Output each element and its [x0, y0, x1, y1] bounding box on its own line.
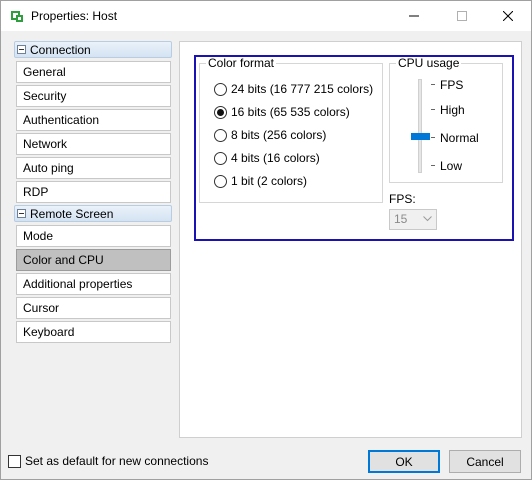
- collapse-icon[interactable]: [17, 209, 26, 218]
- maximize-button[interactable]: [439, 1, 485, 31]
- title-bar: Properties: Host: [1, 1, 531, 31]
- nav-item-mode[interactable]: Mode: [16, 225, 171, 247]
- default-checkbox[interactable]: [8, 454, 21, 468]
- nav-item-rdp[interactable]: RDP: [16, 181, 171, 203]
- nav-item-general[interactable]: General: [16, 61, 171, 83]
- nav-item-keyboard[interactable]: Keyboard: [16, 321, 171, 343]
- nav-item-additional-properties[interactable]: Additional properties: [16, 273, 171, 295]
- nav-item-network[interactable]: Network: [16, 133, 171, 155]
- nav-group-remote-screen[interactable]: Remote Screen: [14, 205, 172, 222]
- ok-button[interactable]: OK: [368, 450, 440, 473]
- minimize-button[interactable]: [391, 1, 437, 31]
- close-icon: [503, 11, 513, 21]
- default-checkbox-row[interactable]: Set as default for new connections: [8, 454, 208, 468]
- nav-group-label: Remote Screen: [30, 206, 114, 221]
- highlight-frame: [194, 55, 514, 241]
- maximize-icon: [457, 11, 467, 21]
- properties-window: Properties: Host Connection General Secu…: [0, 0, 532, 480]
- window-title: Properties: Host: [31, 9, 118, 23]
- app-icon: [11, 11, 23, 22]
- default-checkbox-label: Set as default for new connections: [25, 454, 209, 468]
- collapse-icon[interactable]: [17, 45, 26, 54]
- category-nav: Connection General Security Authenticati…: [14, 41, 172, 345]
- cancel-button[interactable]: Cancel: [449, 450, 521, 473]
- nav-item-security[interactable]: Security: [16, 85, 171, 107]
- nav-item-authentication[interactable]: Authentication: [16, 109, 171, 131]
- minimize-icon: [409, 15, 419, 17]
- nav-group-connection[interactable]: Connection: [14, 41, 172, 58]
- nav-item-auto-ping[interactable]: Auto ping: [16, 157, 171, 179]
- close-button[interactable]: [485, 1, 531, 31]
- nav-item-cursor[interactable]: Cursor: [16, 297, 171, 319]
- nav-group-label: Connection: [30, 42, 91, 57]
- nav-item-color-and-cpu[interactable]: Color and CPU: [16, 249, 171, 271]
